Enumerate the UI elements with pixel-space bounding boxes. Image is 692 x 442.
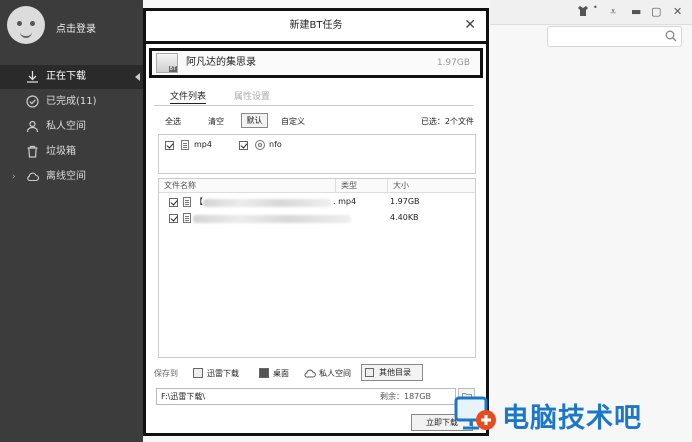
- file-checkbox[interactable]: [169, 214, 178, 223]
- filter-mp4-label: mp4: [194, 140, 212, 149]
- sidebar: 点击登录 正在下载 已完成(11) 私人空间 垃圾箱 › 离线空间: [0, 0, 143, 442]
- free-space: 剩余：187GB: [380, 392, 431, 401]
- close-icon[interactable]: ✕: [464, 11, 476, 41]
- sidebar-item-offline-space[interactable]: › 离线空间: [0, 165, 143, 189]
- info-file-icon: [255, 140, 265, 150]
- cloud-icon[interactable]: [304, 368, 316, 378]
- maximize-icon[interactable]: ▢: [651, 6, 661, 18]
- video-file-icon: [183, 213, 191, 223]
- column-divider[interactable]: [387, 179, 388, 192]
- avatar[interactable]: [7, 6, 45, 44]
- default-button[interactable]: 默认: [241, 113, 268, 128]
- file-type-filter: mp4 nfo: [158, 134, 476, 174]
- sidebar-item-completed[interactable]: 已完成(11): [0, 90, 143, 114]
- tab-file-list[interactable]: 文件列表: [170, 91, 207, 104]
- select-all-button[interactable]: 全选: [165, 115, 181, 129]
- task-header: BT 阿凡达的集思录 1.97GB: [149, 48, 483, 78]
- menu-icon[interactable]: ⩡: [610, 6, 616, 18]
- avatar-mouth: [20, 31, 32, 38]
- cloud-icon: [27, 172, 39, 182]
- chevron-right-icon[interactable]: ›: [12, 165, 16, 189]
- column-header-name[interactable]: 文件名称: [164, 179, 196, 192]
- watermark-logo-icon: [454, 396, 496, 430]
- dialog-title: 新建BT任务: [146, 11, 486, 44]
- filter-nfo-checkbox[interactable]: [239, 141, 248, 150]
- sidebar-item-label: 离线空间: [46, 171, 86, 182]
- bt-badge: BT: [168, 66, 177, 72]
- sidebar-item-private-space[interactable]: 私人空间: [0, 115, 143, 139]
- video-file-icon: [181, 140, 189, 150]
- file-name-prefix: 【: [195, 197, 203, 206]
- redacted-file-name: [193, 215, 351, 223]
- filter-mp4-checkbox[interactable]: [165, 141, 174, 150]
- save-option-other: 其他目录: [379, 368, 411, 377]
- window-close-icon[interactable]: ✕: [673, 6, 682, 18]
- tab-bar: 文件列表 属性设置: [154, 91, 474, 106]
- watermark: 电脑技术吧: [450, 392, 688, 438]
- save-option-thunder-downloads[interactable]: 迅雷下载: [207, 368, 239, 380]
- sidebar-item-label: 正在下载: [46, 71, 86, 82]
- search-box[interactable]: [547, 26, 682, 47]
- column-divider[interactable]: [335, 179, 336, 192]
- sidebar-item-trash[interactable]: 垃圾箱: [0, 140, 143, 164]
- window-title-bar: • ⩡ ▬ ▢ ✕: [490, 0, 692, 25]
- column-header-size[interactable]: 大小: [393, 179, 409, 192]
- check-circle-icon: [26, 95, 39, 108]
- save-option-private-space[interactable]: 私人空间: [319, 368, 351, 380]
- thunder-folder-icon[interactable]: [193, 368, 203, 378]
- skin-icon[interactable]: [576, 5, 590, 17]
- task-name: 阿凡达的集思录: [186, 57, 256, 68]
- file-size: 4.40KB: [390, 213, 419, 222]
- video-file-icon: [183, 197, 191, 207]
- person-icon: [26, 120, 39, 133]
- watermark-text: 电脑技术吧: [502, 403, 642, 434]
- folder-icon: [365, 368, 374, 377]
- redacted-file-name: [203, 199, 331, 207]
- login-link[interactable]: 点击登录: [56, 20, 96, 35]
- download-icon: [27, 71, 38, 83]
- other-directory-button[interactable]: 其他目录: [361, 364, 423, 381]
- sidebar-item-downloading[interactable]: 正在下载: [0, 65, 143, 89]
- desktop-icon[interactable]: [259, 368, 269, 378]
- minimize-icon[interactable]: ▬: [631, 6, 641, 18]
- bt-file-icon: BT: [156, 53, 178, 73]
- avatar-eye: [30, 21, 35, 26]
- trash-icon: [27, 145, 38, 158]
- task-size: 1.97GB: [436, 58, 470, 68]
- sidebar-item-label: 垃圾箱: [46, 146, 76, 157]
- file-type: . mp4: [333, 197, 357, 206]
- tab-properties[interactable]: 属性设置: [234, 91, 270, 103]
- table-header: 文件名称 类型 大小: [159, 179, 475, 193]
- collapse-arrow-icon[interactable]: [135, 73, 140, 81]
- search-icon[interactable]: [665, 30, 677, 42]
- save-option-desktop[interactable]: 桌面: [273, 368, 289, 380]
- save-to-label: 保存到: [154, 369, 178, 378]
- sidebar-item-label: 已完成(11): [46, 96, 97, 107]
- new-bt-task-dialog: 新建BT任务 ✕ BT 阿凡达的集思录 1.97GB 文件列表 属性设置 全选 …: [143, 8, 489, 436]
- file-checkbox[interactable]: [169, 198, 178, 207]
- selected-count: 已选：2个文件: [420, 117, 474, 126]
- file-size: 1.97GB: [390, 197, 420, 206]
- filter-nfo-label: nfo: [269, 140, 282, 149]
- avatar-eye: [17, 21, 22, 26]
- clear-button[interactable]: 清空: [208, 115, 224, 129]
- custom-button[interactable]: 自定义: [281, 115, 305, 129]
- column-header-type[interactable]: 类型: [341, 179, 357, 192]
- sidebar-item-label: 私人空间: [46, 121, 86, 132]
- file-list-table: 文件名称 类型 大小 【 . mp4 1.97GB 4.40KB: [158, 178, 476, 358]
- notification-dot-icon[interactable]: •: [593, 2, 598, 14]
